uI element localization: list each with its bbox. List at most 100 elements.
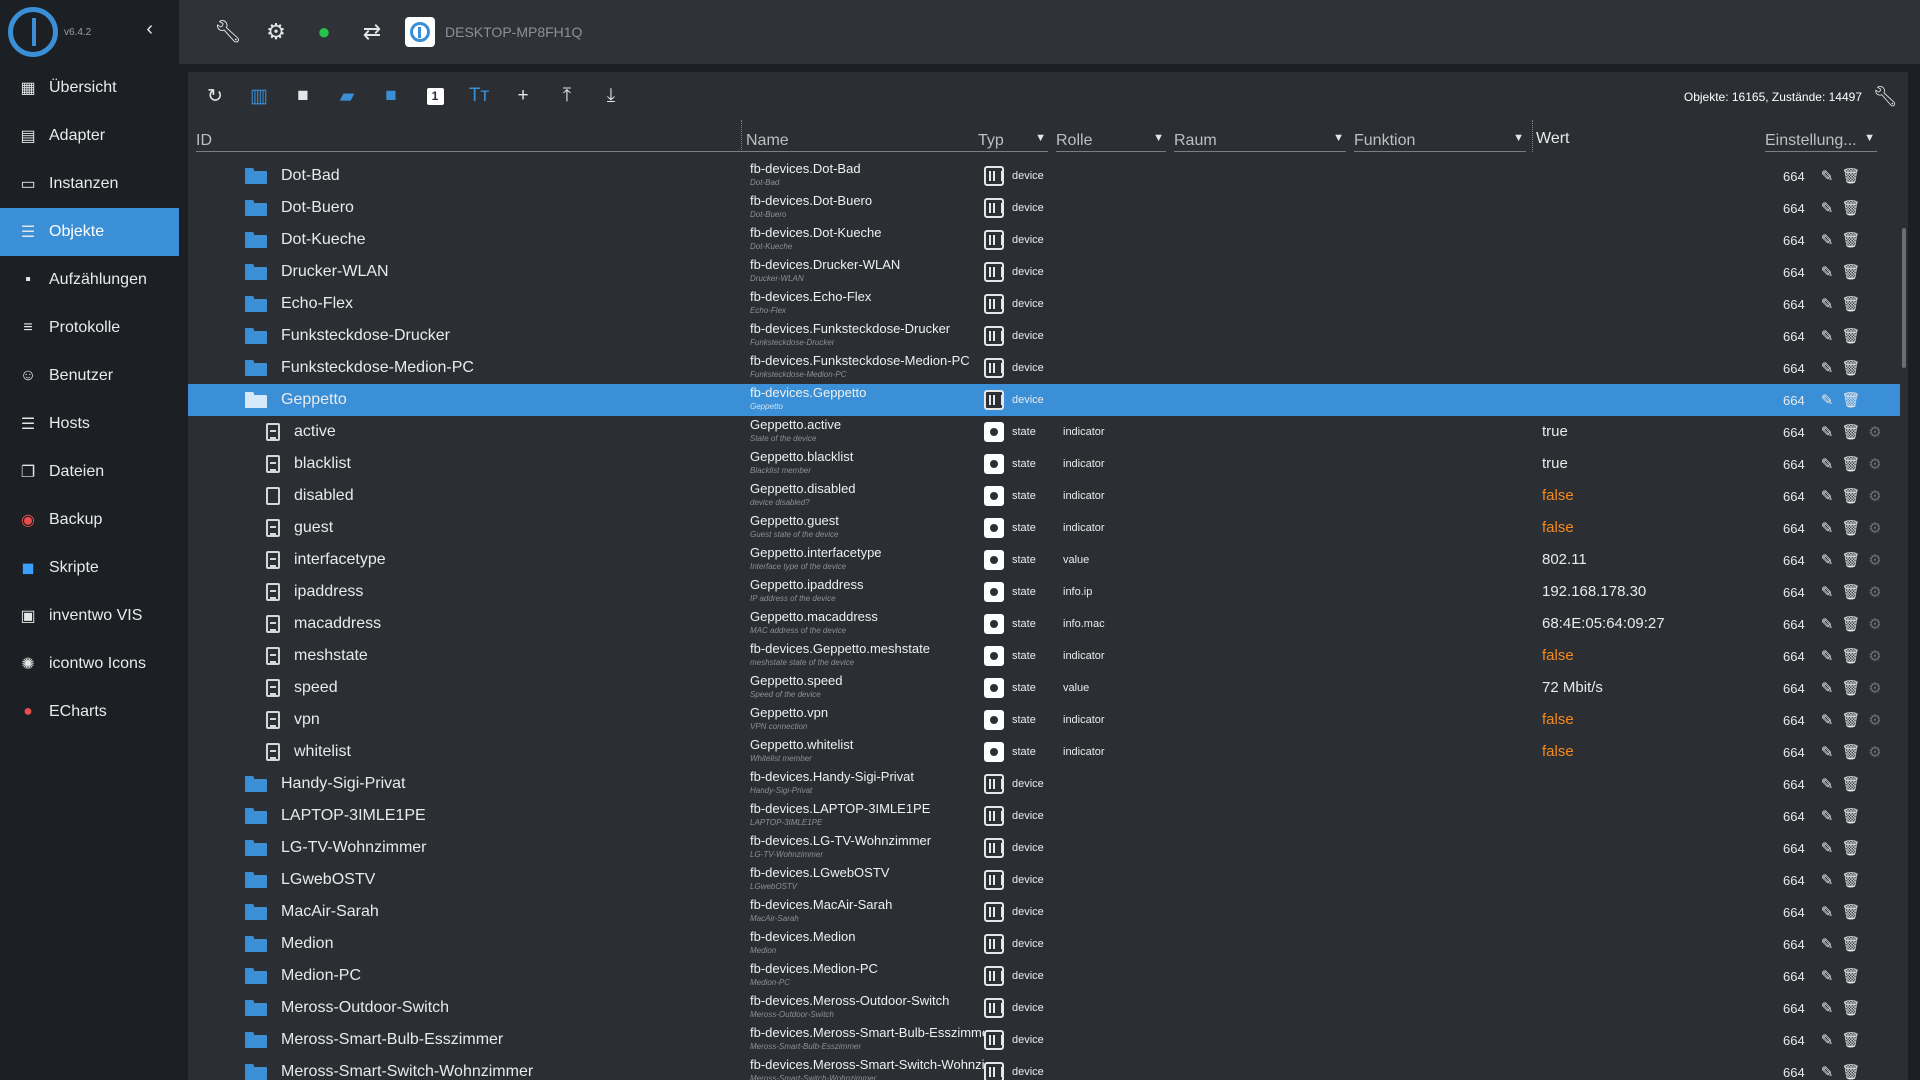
edit-pencil-icon[interactable]: ✎ <box>1818 519 1836 537</box>
edit-pencil-icon[interactable]: ✎ <box>1818 615 1836 633</box>
value-cell[interactable]: 192.168.178.30 <box>1542 576 1646 608</box>
edit-pencil-icon[interactable]: ✎ <box>1818 1063 1836 1080</box>
state-row[interactable]: meshstate fb-devices.Geppetto.meshstate … <box>188 640 1900 672</box>
column-header-role-filter[interactable]: Rolle ▼ <box>1056 124 1166 152</box>
acl-cell[interactable]: 664 <box>1783 1056 1805 1080</box>
delete-trash-icon[interactable]: 🗑︎ <box>1841 807 1860 825</box>
acl-cell[interactable]: 664 <box>1783 224 1805 256</box>
device-row[interactable]: Dot-Bad fb-devices.Dot-Bad Dot-Bad devic… <box>188 160 1900 192</box>
folder-icon[interactable] <box>245 936 267 952</box>
acl-cell[interactable]: 664 <box>1783 1024 1805 1056</box>
device-row[interactable]: Echo-Flex fb-devices.Echo-Flex Echo-Flex… <box>188 288 1900 320</box>
acl-cell[interactable]: 664 <box>1783 608 1805 640</box>
device-row[interactable]: Meross-Smart-Bulb-Esszimmer fb-devices.M… <box>188 1024 1900 1056</box>
device-type-icon[interactable] <box>984 390 1004 410</box>
delete-trash-icon[interactable]: 🗑︎ <box>1841 1063 1860 1080</box>
column-header-name[interactable]: Name <box>746 124 984 152</box>
add-icon[interactable]: + <box>508 81 538 111</box>
edit-pencil-icon[interactable]: ✎ <box>1818 999 1836 1017</box>
acl-cell[interactable]: 664 <box>1783 832 1805 864</box>
acl-cell[interactable]: 664 <box>1783 320 1805 352</box>
edit-pencil-icon[interactable]: ✎ <box>1818 487 1836 505</box>
custom-settings-gear-icon[interactable]: ⚙ <box>1866 423 1884 441</box>
state-row[interactable]: speed Geppetto.speed Speed of the device… <box>188 672 1900 704</box>
delete-trash-icon[interactable]: 🗑︎ <box>1841 839 1860 857</box>
device-type-icon[interactable] <box>984 1062 1004 1080</box>
delete-trash-icon[interactable]: 🗑︎ <box>1841 967 1860 985</box>
state-row[interactable]: ipaddress Geppetto.ipaddress IP address … <box>188 576 1900 608</box>
device-type-icon[interactable] <box>984 902 1004 922</box>
acl-cell[interactable]: 664 <box>1783 736 1805 768</box>
device-type-icon[interactable] <box>984 966 1004 986</box>
custom-settings-gear-icon[interactable]: ⚙ <box>1866 743 1884 761</box>
state-type-icon[interactable] <box>984 422 1004 442</box>
delete-trash-icon[interactable]: 🗑︎ <box>1841 935 1860 953</box>
acl-cell[interactable]: 664 <box>1783 576 1805 608</box>
wrench-icon[interactable]: 🔧︎ <box>213 17 243 47</box>
device-type-icon[interactable] <box>984 358 1004 378</box>
device-type-icon[interactable] <box>984 1030 1004 1050</box>
state-row[interactable]: macaddress Geppetto.macaddress MAC addre… <box>188 608 1900 640</box>
delete-trash-icon[interactable]: 🗑︎ <box>1841 775 1860 793</box>
edit-pencil-icon[interactable]: ✎ <box>1818 807 1836 825</box>
state-row[interactable]: interfacetype Geppetto.interfacetype Int… <box>188 544 1900 576</box>
custom-settings-gear-icon[interactable]: ⚙ <box>1866 647 1884 665</box>
delete-trash-icon[interactable]: 🗑︎ <box>1841 423 1860 441</box>
acl-cell[interactable]: 664 <box>1783 256 1805 288</box>
value-cell[interactable]: true <box>1542 448 1568 480</box>
refresh-icon[interactable]: ↻ <box>200 81 230 111</box>
edit-pencil-icon[interactable]: ✎ <box>1818 423 1836 441</box>
delete-trash-icon[interactable]: 🗑︎ <box>1841 199 1860 217</box>
edit-pencil-icon[interactable]: ✎ <box>1818 263 1836 281</box>
device-row[interactable]: Meross-Smart-Switch-Wohnzimmer fb-device… <box>188 1056 1900 1080</box>
acl-cell[interactable]: 664 <box>1783 416 1805 448</box>
state-type-icon[interactable] <box>984 486 1004 506</box>
acl-cell[interactable]: 664 <box>1783 800 1805 832</box>
sidebar-item-inventwo-vis[interactable]: ▣ inventwo VIS <box>0 592 179 640</box>
iobroker-logo[interactable] <box>8 7 58 57</box>
value-cell[interactable]: false <box>1542 704 1574 736</box>
value-cell[interactable]: false <box>1542 512 1574 544</box>
edit-pencil-icon[interactable]: ✎ <box>1818 743 1836 761</box>
upload-icon[interactable]: ⤒ <box>552 81 582 111</box>
folder-icon[interactable] <box>245 200 267 216</box>
device-row[interactable]: Drucker-WLAN fb-devices.Drucker-WLAN Dru… <box>188 256 1900 288</box>
delete-trash-icon[interactable]: 🗑︎ <box>1841 903 1860 921</box>
value-cell[interactable]: false <box>1542 480 1574 512</box>
state-row[interactable]: vpn Geppetto.vpn VPN connection state in… <box>188 704 1900 736</box>
delete-trash-icon[interactable]: 🗑︎ <box>1841 743 1860 761</box>
device-row[interactable]: Medion-PC fb-devices.Medion-PC Medion-PC… <box>188 960 1900 992</box>
folder-open-icon[interactable] <box>245 392 267 408</box>
text-size-icon[interactable]: Tт <box>464 81 494 111</box>
delete-trash-icon[interactable]: 🗑︎ <box>1841 679 1860 697</box>
value-cell[interactable]: false <box>1542 640 1574 672</box>
delete-trash-icon[interactable]: 🗑︎ <box>1841 711 1860 729</box>
acl-cell[interactable]: 664 <box>1783 192 1805 224</box>
acl-cell[interactable]: 664 <box>1783 672 1805 704</box>
edit-pencil-icon[interactable]: ✎ <box>1818 551 1836 569</box>
edit-pencil-icon[interactable]: ✎ <box>1818 455 1836 473</box>
acl-cell[interactable]: 664 <box>1783 384 1805 416</box>
value-cell[interactable]: 72 Mbit/s <box>1542 672 1603 704</box>
folder-icon[interactable] <box>245 328 267 344</box>
value-cell[interactable]: 802.11 <box>1542 544 1587 576</box>
sidebar-item-protokolle[interactable]: ≡ Protokolle <box>0 304 179 352</box>
delete-trash-icon[interactable]: 🗑︎ <box>1841 615 1860 633</box>
delete-trash-icon[interactable]: 🗑︎ <box>1841 487 1860 505</box>
state-type-icon[interactable] <box>984 550 1004 570</box>
acl-cell[interactable]: 664 <box>1783 768 1805 800</box>
edit-pencil-icon[interactable]: ✎ <box>1818 967 1836 985</box>
state-type-icon[interactable] <box>984 614 1004 634</box>
sidebar-item-instanzen[interactable]: ▭ Instanzen <box>0 160 179 208</box>
device-row[interactable]: LAPTOP-3IMLE1PE fb-devices.LAPTOP-3IMLE1… <box>188 800 1900 832</box>
delete-trash-icon[interactable]: 🗑︎ <box>1841 167 1860 185</box>
state-row[interactable]: whitelist Geppetto.whitelist Whitelist m… <box>188 736 1900 768</box>
folder-icon[interactable] <box>245 296 267 312</box>
acl-cell[interactable]: 664 <box>1783 704 1805 736</box>
state-row[interactable]: disabled Geppetto.disabled device disabl… <box>188 480 1900 512</box>
edit-pencil-icon[interactable]: ✎ <box>1818 711 1836 729</box>
state-row[interactable]: active Geppetto.active State of the devi… <box>188 416 1900 448</box>
device-type-icon[interactable] <box>984 166 1004 186</box>
collapse-sidebar-icon[interactable]: ‹ <box>146 18 153 41</box>
device-row[interactable]: Funksteckdose-Drucker fb-devices.Funkste… <box>188 320 1900 352</box>
